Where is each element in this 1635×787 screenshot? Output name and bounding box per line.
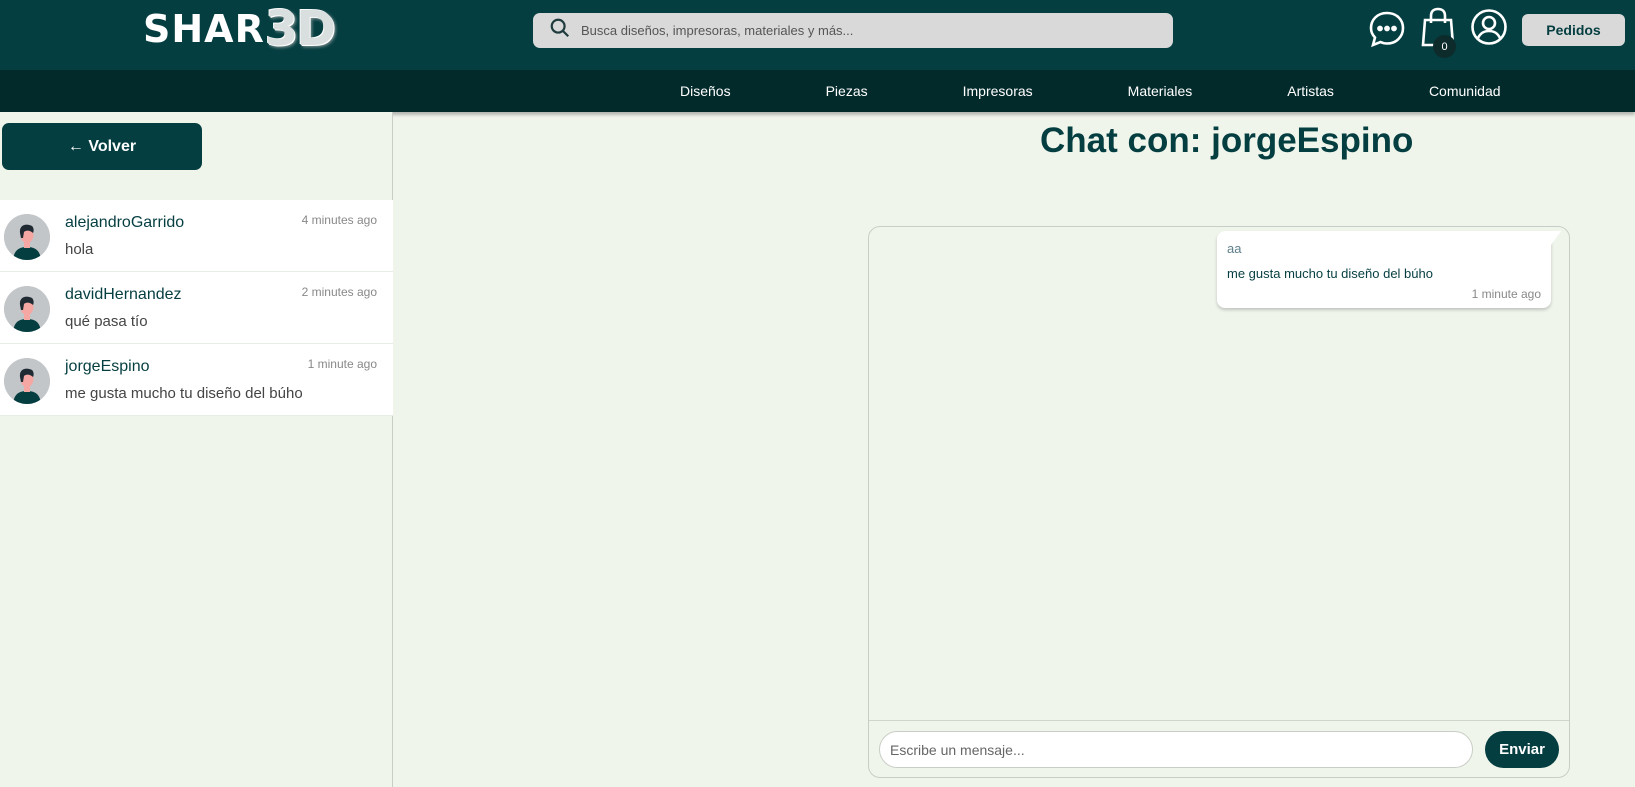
search-input[interactable] — [581, 23, 1161, 38]
logo-text: SHAR — [143, 7, 265, 51]
user-icon[interactable] — [1470, 8, 1508, 51]
conversation-last-message: qué pasa tío — [65, 313, 148, 330]
conversation-time: 2 minutes ago — [301, 285, 377, 299]
orders-button[interactable]: Pedidos — [1522, 14, 1625, 46]
conversation-last-message: me gusta mucho tu diseño del búho — [65, 385, 303, 402]
conversation-item[interactable]: jorgeEspino me gusta mucho tu diseño del… — [0, 344, 393, 416]
cart-count-badge: 0 — [1433, 35, 1456, 58]
chat-icon[interactable] — [1368, 10, 1406, 53]
back-button[interactable]: ← Volver — [2, 123, 202, 170]
message-input[interactable] — [879, 731, 1473, 768]
conversation-sidebar: ← Volver alejandroGarrido hola 4 minutes… — [0, 112, 393, 787]
conversation-time: 1 minute ago — [307, 357, 377, 371]
message-composer: Enviar — [869, 720, 1569, 777]
search-bar[interactable] — [533, 13, 1173, 48]
send-button[interactable]: Enviar — [1485, 731, 1559, 768]
message-time: 1 minute ago — [1471, 287, 1541, 301]
message-sender: aa — [1227, 241, 1242, 256]
message-bubble: aa me gusta mucho tu diseño del búho 1 m… — [1217, 231, 1561, 308]
avatar — [4, 286, 50, 332]
nav-item-impresoras[interactable]: Impresoras — [963, 83, 1033, 99]
nav-item-comunidad[interactable]: Comunidad — [1429, 83, 1501, 99]
logo[interactable]: SHAR 3D — [143, 1, 336, 57]
nav-item-artistas[interactable]: Artistas — [1287, 83, 1334, 99]
chat-title: Chat con: jorgeEspino — [1040, 121, 1414, 160]
conversation-name: alejandroGarrido — [65, 214, 185, 231]
conversation-item[interactable]: alejandroGarrido hola 4 minutes ago — [0, 200, 393, 272]
search-icon — [549, 17, 571, 44]
top-header: SHAR 3D 0 Pedidos — [0, 0, 1635, 70]
logo-3d: 3D — [264, 1, 336, 57]
nav-item-materiales[interactable]: Materiales — [1128, 83, 1193, 99]
chat-window: aa me gusta mucho tu diseño del búho 1 m… — [868, 226, 1570, 778]
avatar — [4, 214, 50, 260]
conversation-last-message: hola — [65, 241, 94, 258]
message-text: me gusta mucho tu diseño del búho — [1227, 266, 1433, 281]
conversation-name: jorgeEspino — [65, 358, 150, 375]
conversation-list: alejandroGarrido hola 4 minutes ago davi… — [0, 200, 393, 416]
avatar — [4, 358, 50, 404]
conversation-time: 4 minutes ago — [301, 213, 377, 227]
nav-item-disenos[interactable]: Diseños — [680, 83, 731, 99]
conversation-name: davidHernandez — [65, 286, 182, 303]
main-nav: Diseños Piezas Impresoras Materiales Art… — [0, 70, 1635, 112]
conversation-item[interactable]: davidHernandez qué pasa tío 2 minutes ag… — [0, 272, 393, 344]
nav-item-piezas[interactable]: Piezas — [826, 83, 868, 99]
